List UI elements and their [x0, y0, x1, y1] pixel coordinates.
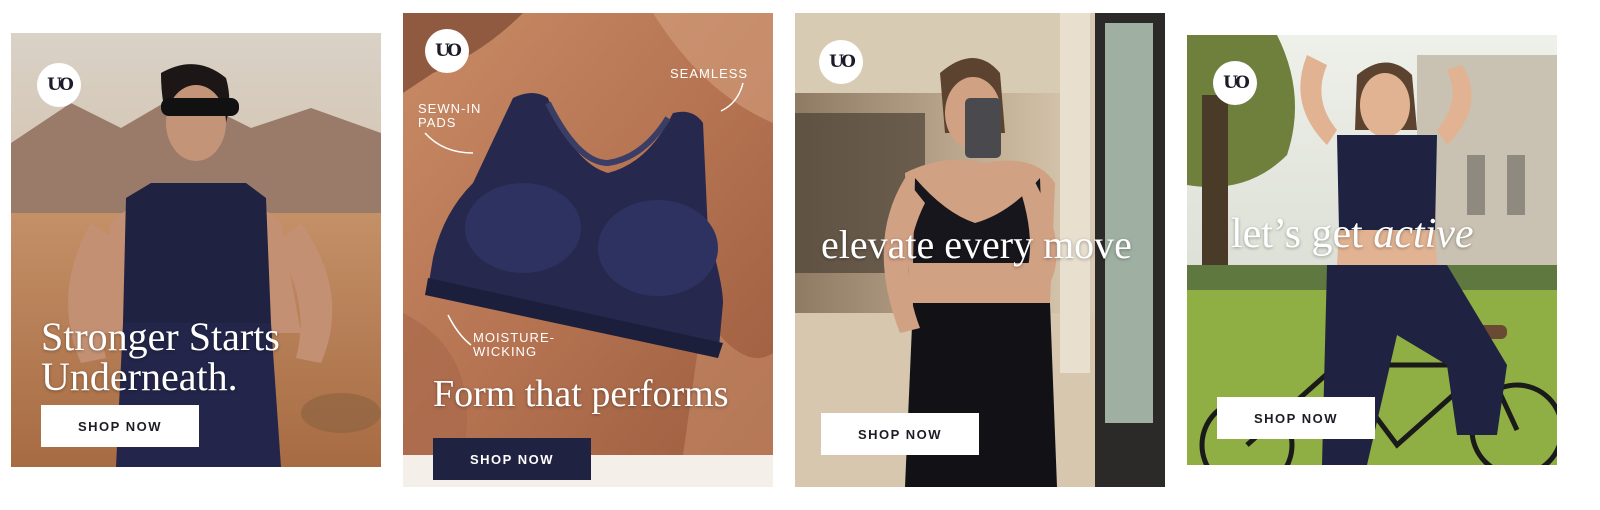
shop-now-button[interactable]: SHOP NOW — [41, 405, 199, 447]
brand-logo: UO — [37, 63, 81, 107]
shop-now-button[interactable]: SHOP NOW — [821, 413, 979, 455]
callout-pads-line-2: PADS — [418, 114, 457, 130]
ad-card-1: UO Stronger Starts Underneath. SHOP NOW — [11, 33, 381, 467]
brand-logo: UO — [425, 29, 469, 73]
headline: Form that performs — [433, 373, 729, 415]
callout-seamless: SEAMLESS — [670, 66, 749, 81]
brand-logo: UO — [1213, 61, 1257, 105]
shop-now-button[interactable]: SHOP NOW — [433, 438, 591, 480]
headline-plain: let’s get — [1231, 211, 1363, 257]
ad-card-4: UO let’s get active SHOP NOW — [1187, 35, 1557, 465]
headline: elevate every move — [821, 222, 1132, 267]
shop-now-button[interactable]: SHOP NOW — [1217, 397, 1375, 439]
ad-card-2: UO SEAMLESS SEWN-IN PADS MOISTURE- WICKI… — [403, 13, 773, 487]
ad-card-3: UO elevate every move SHOP NOW — [795, 13, 1165, 487]
callout-moisture-wicking: MOISTURE- WICKING — [473, 331, 555, 358]
headline-line-2: Underneath. — [41, 354, 238, 399]
headline-italic: active — [1373, 211, 1474, 257]
callout-wicking-line-1: MOISTURE- — [473, 330, 555, 345]
callout-wicking-line-2: WICKING — [473, 343, 538, 359]
headline: Stronger Starts Underneath. — [41, 317, 280, 397]
headline-line-1: Stronger Starts — [41, 314, 280, 359]
callout-sewn-in-pads: SEWN-IN PADS — [418, 102, 481, 129]
headline: let’s get active — [1231, 213, 1474, 255]
brand-logo: UO — [819, 40, 863, 84]
callout-pads-line-1: SEWN-IN — [418, 101, 482, 116]
